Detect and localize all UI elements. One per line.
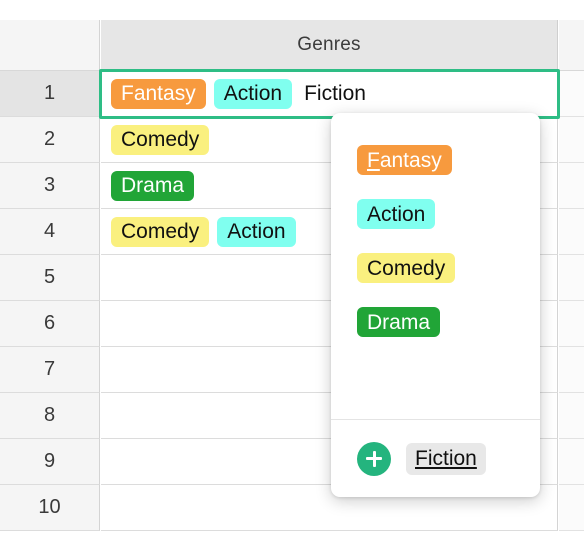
- next-column-cell[interactable]: [559, 393, 584, 439]
- next-column-cell[interactable]: [559, 439, 584, 485]
- next-column-cell[interactable]: [559, 255, 584, 301]
- next-column-cell[interactable]: [559, 117, 584, 163]
- tag-option-drama[interactable]: Drama: [331, 295, 540, 349]
- row-number-header[interactable]: 7: [0, 347, 100, 393]
- row-number-header[interactable]: 10: [0, 485, 100, 531]
- tag-chip[interactable]: Drama: [111, 170, 195, 201]
- tag-option-fantasy[interactable]: Fantasy: [331, 133, 540, 187]
- row-number-header[interactable]: 2: [0, 117, 100, 163]
- next-column-cell[interactable]: [559, 71, 584, 117]
- next-column-cell[interactable]: [559, 485, 584, 531]
- next-column-cell[interactable]: [559, 163, 584, 209]
- next-column-cell[interactable]: [559, 209, 584, 255]
- select-all-corner[interactable]: [0, 20, 100, 71]
- column-header-genres[interactable]: Genres: [101, 20, 558, 71]
- row-number-header[interactable]: 1: [0, 71, 100, 117]
- next-column-cell[interactable]: [559, 347, 584, 393]
- tag-chip[interactable]: Action: [217, 216, 296, 247]
- create-tag-row[interactable]: Fiction: [331, 420, 540, 497]
- row-number-header[interactable]: 5: [0, 255, 100, 301]
- table-row: 1 Fantasy Action Fiction: [0, 71, 584, 117]
- plus-icon[interactable]: [357, 441, 391, 476]
- tag-option-comedy[interactable]: Comedy: [331, 241, 540, 295]
- new-tag-label: Fiction: [415, 446, 477, 470]
- tag-options-list: Fantasy Action Comedy Drama: [331, 113, 540, 419]
- column-header-row: Genres: [0, 20, 584, 71]
- tag-picker-dropdown[interactable]: Fantasy Action Comedy Drama Fiction: [331, 113, 540, 497]
- tag-chip[interactable]: Drama: [357, 307, 441, 337]
- row-number-header[interactable]: 9: [0, 439, 100, 485]
- tag-chip[interactable]: Comedy: [111, 216, 210, 247]
- top-margin: [0, 0, 584, 20]
- tag-option-action[interactable]: Action: [331, 187, 540, 241]
- tag-chip[interactable]: Fiction: [300, 79, 376, 109]
- row-number-header[interactable]: 8: [0, 393, 100, 439]
- tag-chip[interactable]: Comedy: [357, 253, 456, 283]
- row-number-header[interactable]: 6: [0, 301, 100, 347]
- tag-chip[interactable]: Fantasy: [357, 145, 452, 175]
- tag-chip[interactable]: Action: [357, 199, 436, 229]
- tag-chip[interactable]: Comedy: [111, 124, 210, 155]
- column-header-next[interactable]: [559, 20, 584, 71]
- tag-chip[interactable]: Fantasy: [111, 78, 206, 109]
- genres-cell[interactable]: Fantasy Action Fiction: [101, 71, 558, 117]
- row-number-header[interactable]: 4: [0, 209, 100, 255]
- tag-chip[interactable]: Action: [213, 78, 293, 109]
- next-column-cell[interactable]: [559, 301, 584, 347]
- new-tag-chip[interactable]: Fiction: [406, 442, 486, 475]
- spreadsheet: Genres 1 Fantasy Action Fiction 2 Comedy 3 Dram…: [0, 0, 584, 534]
- row-number-header[interactable]: 3: [0, 163, 100, 209]
- accelerator-letter: F: [367, 148, 380, 172]
